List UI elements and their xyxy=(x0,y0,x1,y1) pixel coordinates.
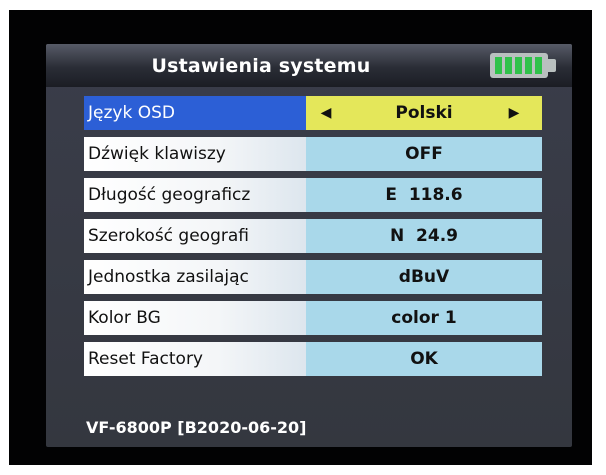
setting-value: color 1 xyxy=(306,301,542,335)
setting-row-longitude[interactable]: Długość geograficz E 118.6 xyxy=(84,178,542,212)
battery-cell xyxy=(535,57,542,74)
battery-cell xyxy=(525,57,532,74)
setting-label: Długość geograficz xyxy=(84,178,306,212)
battery-full-icon xyxy=(490,53,556,78)
setting-label: Szerokość geografi xyxy=(84,219,306,253)
setting-row-latitude[interactable]: Szerokość geografi N 24.9 xyxy=(84,219,542,253)
setting-row-power-unit[interactable]: Jednostka zasilając dBuV xyxy=(84,260,542,294)
setting-value: E 118.6 xyxy=(306,178,542,212)
setting-value: OK xyxy=(306,342,542,376)
setting-value-selector[interactable]: ◀ Polski ▶ xyxy=(306,96,542,130)
setting-label: Reset Factory xyxy=(84,342,306,376)
setting-value: dBuV xyxy=(306,260,542,294)
arrow-right-icon[interactable]: ▶ xyxy=(504,96,524,130)
setting-row-bg-color[interactable]: Kolor BG color 1 xyxy=(84,301,542,335)
battery-body xyxy=(490,53,548,78)
setting-label: Kolor BG xyxy=(84,301,306,335)
battery-cell xyxy=(515,57,522,74)
setting-value: OFF xyxy=(306,137,542,171)
battery-tip xyxy=(548,59,556,72)
setting-value: Polski xyxy=(395,103,453,123)
setting-row-reset-factory[interactable]: Reset Factory OK xyxy=(84,342,542,376)
battery-cell xyxy=(495,57,502,74)
title-bar: Ustawienia systemu xyxy=(46,44,572,87)
setting-row-osd-language[interactable]: Język OSD ◀ Polski ▶ xyxy=(84,96,542,130)
arrow-left-icon[interactable]: ◀ xyxy=(316,96,336,130)
firmware-version: VF-6800P [B2020-06-20] xyxy=(86,418,307,437)
setting-value: N 24.9 xyxy=(306,219,542,253)
battery-cell xyxy=(505,57,512,74)
setting-row-key-sound[interactable]: Dźwięk klawiszy OFF xyxy=(84,137,542,171)
setting-label: Jednostka zasilając xyxy=(84,260,306,294)
page-title: Ustawienia systemu xyxy=(151,55,371,77)
device-screen: Ustawienia systemu Język OSD ◀ Polski ▶ … xyxy=(46,44,572,447)
setting-label: Dźwięk klawiszy xyxy=(84,137,306,171)
setting-label: Język OSD xyxy=(84,96,306,130)
